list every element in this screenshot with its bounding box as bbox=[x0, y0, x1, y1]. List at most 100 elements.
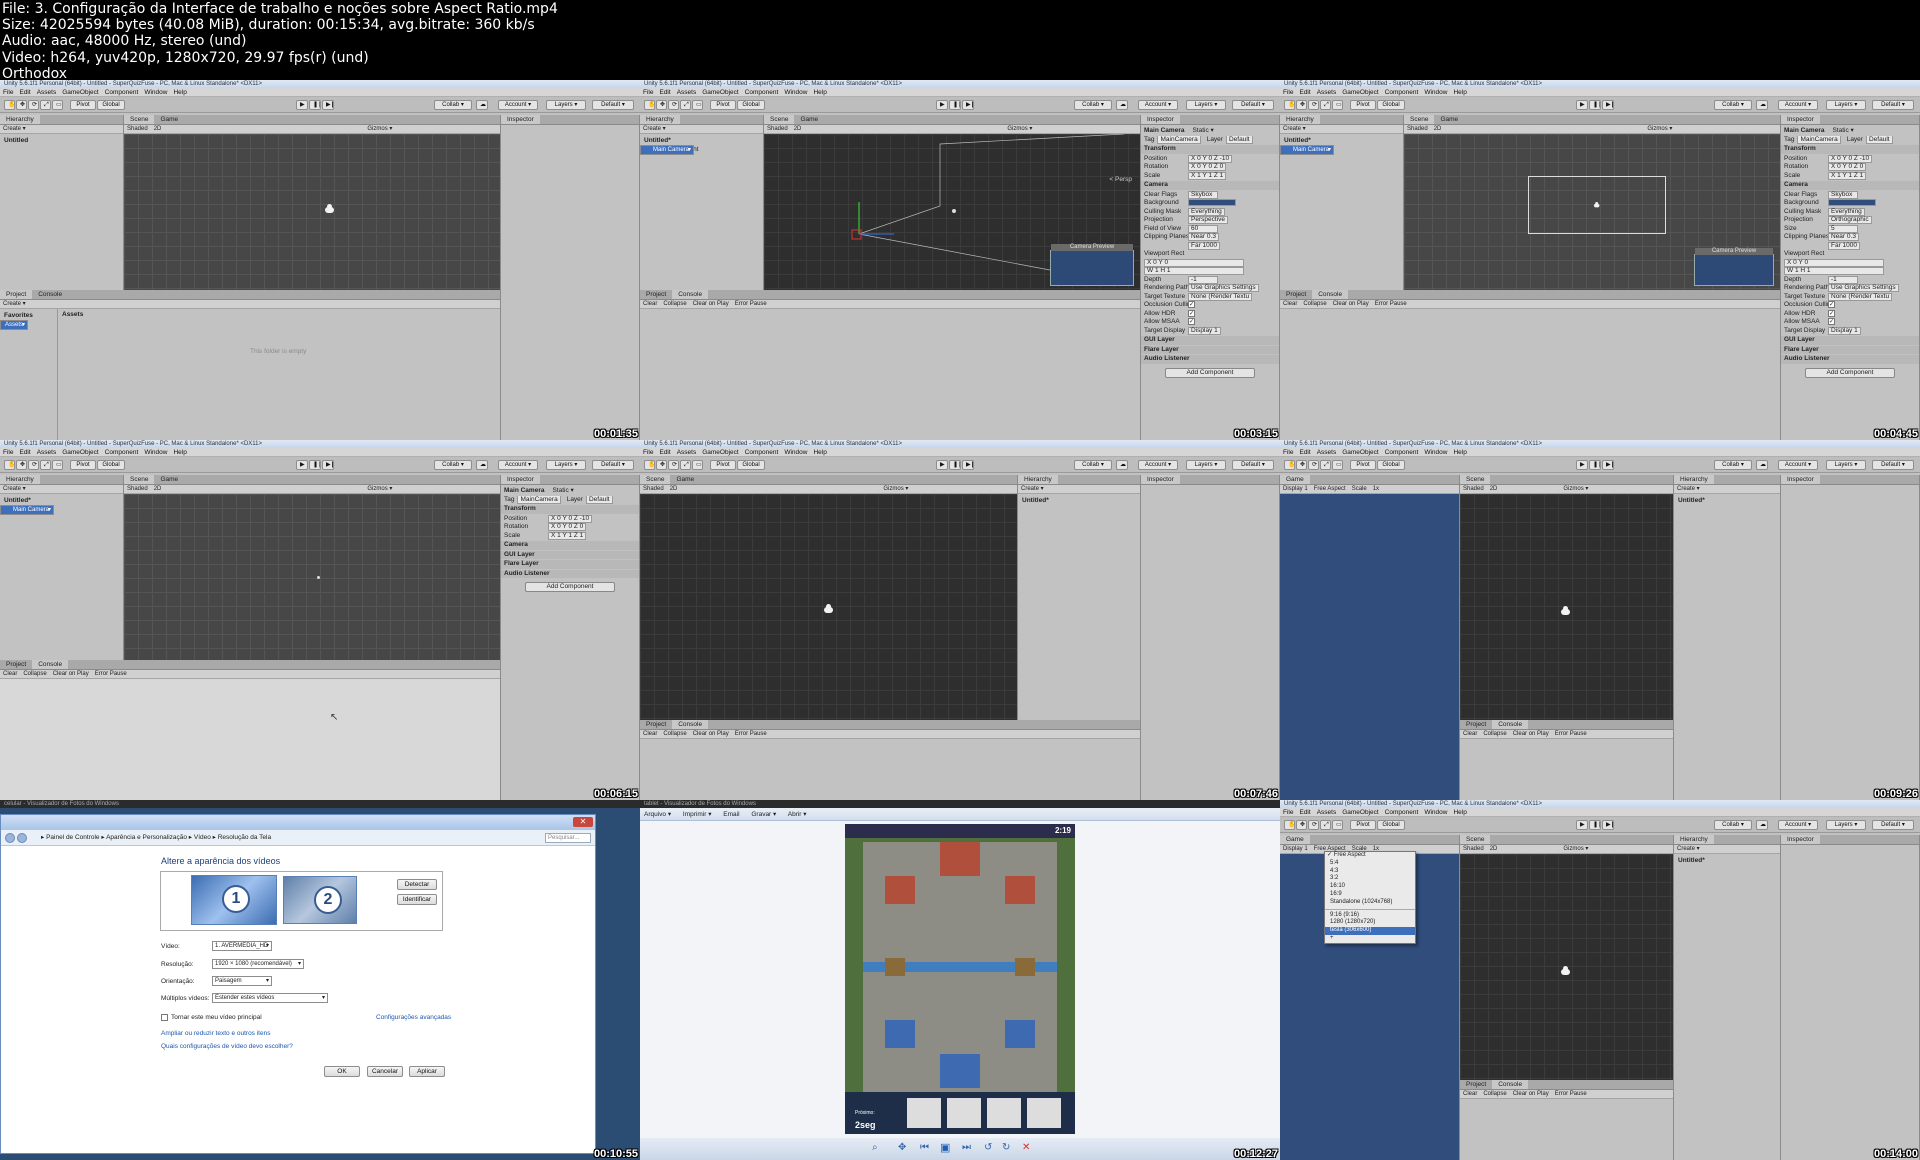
layer-dropdown[interactable]: Default bbox=[1225, 135, 1253, 144]
menu-item[interactable]: File bbox=[643, 88, 653, 96]
menu-item[interactable]: Help bbox=[173, 88, 186, 96]
rotate-tool-icon[interactable]: ⟳ bbox=[28, 460, 39, 470]
forward-button[interactable] bbox=[17, 833, 27, 843]
hand-tool-icon[interactable]: ✋ bbox=[644, 100, 655, 110]
viewport-xy-field[interactable]: X 0 Y 0 bbox=[1144, 258, 1244, 267]
clipping-far-field[interactable]: Far 1000 bbox=[1188, 241, 1221, 250]
tab-console[interactable]: Console bbox=[32, 660, 69, 669]
shaded-dropdown[interactable]: Shaded bbox=[1407, 126, 1428, 132]
tab-console[interactable]: Console bbox=[32, 290, 68, 299]
collab-button[interactable]: Collab ▾ bbox=[1074, 100, 1112, 110]
menu-item[interactable]: Help bbox=[813, 448, 826, 456]
menu-item[interactable]: Edit bbox=[1299, 448, 1310, 456]
tab-project[interactable]: Project bbox=[640, 720, 672, 729]
occlusion-checkbox[interactable]: ✓ bbox=[1188, 301, 1195, 309]
background-color-swatch[interactable] bbox=[1828, 199, 1876, 206]
layers-button[interactable]: Layers ▾ bbox=[1826, 820, 1866, 830]
pause-icon[interactable]: ❚❚ bbox=[949, 460, 961, 470]
resolution-select[interactable]: 1920 × 1080 (recomendável) bbox=[212, 959, 304, 969]
rotation-field[interactable]: X 0 Y 0 Z 0 bbox=[1188, 163, 1227, 171]
menu-item[interactable]: GameObject bbox=[1342, 448, 1379, 456]
menu-item[interactable]: Window bbox=[784, 88, 807, 96]
tab-scene[interactable]: Scene bbox=[124, 115, 155, 124]
menu-item[interactable]: Assets bbox=[1317, 88, 1337, 96]
tab-inspector[interactable]: Inspector bbox=[1141, 475, 1180, 484]
tab-scene[interactable]: Scene bbox=[124, 475, 155, 484]
hand-tool-icon[interactable]: ✋ bbox=[4, 100, 15, 110]
menu-item[interactable]: GameObject bbox=[702, 448, 739, 456]
menu-item[interactable]: Help bbox=[1453, 448, 1466, 456]
menu-gravar[interactable]: Gravar ▾ bbox=[751, 811, 776, 818]
2d-toggle[interactable]: 2D bbox=[154, 126, 162, 132]
scale-tool-icon[interactable]: ⤢ bbox=[680, 460, 691, 470]
depth-field[interactable]: -1 bbox=[1828, 275, 1858, 284]
collab-button[interactable]: Collab ▾ bbox=[434, 460, 472, 470]
scale-tool-icon[interactable]: ⤢ bbox=[680, 100, 691, 110]
hierarchy-root[interactable]: Untitled* bbox=[1678, 856, 1776, 865]
hierarchy-item-main-camera[interactable]: Main Camera bbox=[640, 145, 695, 155]
global-button[interactable]: Global bbox=[97, 460, 125, 470]
hierarchy-root[interactable]: Untitled bbox=[4, 136, 119, 145]
2d-toggle[interactable]: 2D bbox=[1434, 126, 1442, 132]
audio-listener-component-header[interactable]: Audio Listener bbox=[1141, 355, 1279, 364]
move-tool-icon[interactable]: ✥ bbox=[16, 100, 27, 110]
clear-flags-field[interactable]: Skybox bbox=[1188, 190, 1218, 199]
tab-inspector[interactable]: Inspector bbox=[1781, 835, 1820, 844]
shaded-dropdown[interactable]: Shaded bbox=[127, 486, 148, 492]
console-clear-button[interactable]: Clear bbox=[1283, 301, 1297, 307]
console-collapse-button[interactable]: Collapse bbox=[663, 301, 686, 307]
hierarchy-root[interactable]: Untitled* bbox=[1022, 496, 1136, 505]
pivot-button[interactable]: Pivot bbox=[1350, 100, 1376, 110]
cancel-button[interactable]: Cancelar bbox=[367, 1066, 403, 1077]
pivot-button[interactable]: Pivot bbox=[710, 460, 736, 470]
global-button[interactable]: Global bbox=[1377, 820, 1405, 830]
rotate-tool-icon[interactable]: ⟳ bbox=[668, 100, 679, 110]
console-clear-on-play-button[interactable]: Clear on Play bbox=[1333, 301, 1369, 307]
layers-button[interactable]: Layers ▾ bbox=[546, 100, 586, 110]
hand-tool-icon[interactable]: ✋ bbox=[1284, 100, 1295, 110]
which-settings-link[interactable]: Quais configurações de vídeo devo escolh… bbox=[161, 1043, 293, 1050]
collab-button[interactable]: Collab ▾ bbox=[1074, 460, 1112, 470]
console-clear-button[interactable]: Clear bbox=[643, 301, 657, 307]
menu-item[interactable]: Component bbox=[105, 448, 139, 456]
depth-field[interactable]: -1 bbox=[1188, 275, 1218, 284]
menu-item[interactable]: Help bbox=[173, 448, 186, 456]
menu-arquivo[interactable]: Arquivo ▾ bbox=[644, 811, 671, 818]
global-button[interactable]: Global bbox=[97, 100, 125, 110]
console-clear-on-play-button[interactable]: Clear on Play bbox=[1513, 731, 1549, 737]
play-icon[interactable]: ▶ bbox=[936, 460, 948, 470]
cloud-icon[interactable]: ☁ bbox=[476, 100, 488, 110]
menu-item[interactable]: Assets bbox=[1317, 808, 1337, 816]
cloud-icon[interactable]: ☁ bbox=[1116, 460, 1128, 470]
layers-button[interactable]: Layers ▾ bbox=[1186, 100, 1226, 110]
persp-label[interactable]: < Persp bbox=[1109, 176, 1132, 183]
create-button[interactable]: Create ▾ bbox=[1677, 486, 1700, 492]
size-field[interactable]: 5 bbox=[1828, 224, 1858, 233]
flare-layer-component-header[interactable]: Flare Layer bbox=[1781, 345, 1919, 355]
menu-item[interactable]: Assets bbox=[677, 448, 697, 456]
position-field[interactable]: X 0 Y 0 Z -10 bbox=[548, 514, 593, 523]
menu-item[interactable]: Window bbox=[1424, 88, 1447, 96]
menu-item[interactable]: Edit bbox=[19, 88, 30, 96]
shaded-dropdown[interactable]: Shaded bbox=[1463, 486, 1484, 492]
create-button[interactable]: Create ▾ bbox=[1021, 486, 1044, 492]
cloud-icon[interactable]: ☁ bbox=[1756, 460, 1768, 470]
slideshow-icon[interactable]: ▣ bbox=[940, 1141, 950, 1154]
menu-item[interactable]: Component bbox=[1385, 448, 1419, 456]
move-tool-icon[interactable]: ✥ bbox=[656, 460, 667, 470]
step-icon[interactable]: ▶❚ bbox=[962, 460, 974, 470]
scale-tool-icon[interactable]: ⤢ bbox=[1320, 460, 1331, 470]
static-toggle[interactable]: Static ▾ bbox=[1832, 127, 1853, 134]
aspect-option[interactable]: 1280 (1280x720) bbox=[1325, 919, 1415, 927]
rotate-tool-icon[interactable]: ⟳ bbox=[28, 100, 39, 110]
play-icon[interactable]: ▶ bbox=[1576, 100, 1588, 110]
console-clear-on-play-button[interactable]: Clear on Play bbox=[693, 301, 729, 307]
identify-button[interactable]: Identificar bbox=[397, 894, 437, 905]
account-button[interactable]: Account ▾ bbox=[1778, 100, 1818, 110]
tag-dropdown[interactable]: MainCamera bbox=[1157, 135, 1201, 144]
menu-item[interactable]: File bbox=[643, 448, 653, 456]
layout-button[interactable]: Default ▾ bbox=[1872, 100, 1914, 110]
camera-gizmo-icon[interactable] bbox=[1560, 966, 1572, 976]
target-texture-field[interactable]: None (Render Textu bbox=[1188, 292, 1253, 301]
occlusion-checkbox[interactable]: ✓ bbox=[1828, 301, 1835, 309]
